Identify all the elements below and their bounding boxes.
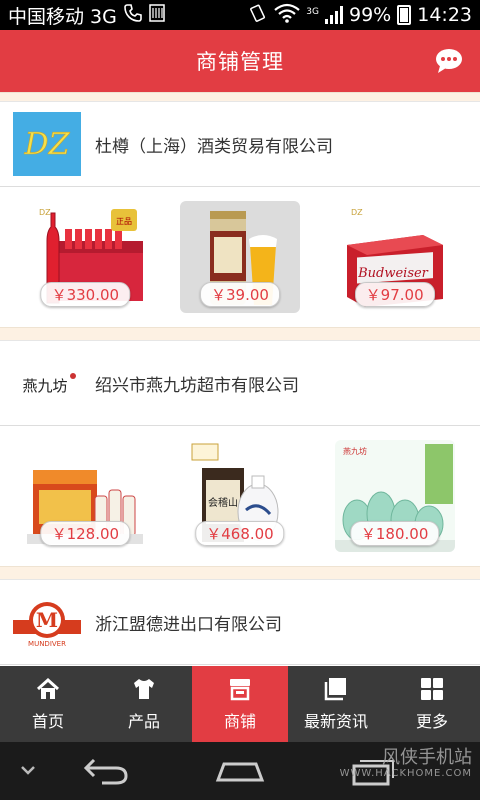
product-price: ￥468.00 xyxy=(195,521,285,546)
store-row[interactable]: M MUNDIVER 浙江盟德进出口有限公司 xyxy=(0,580,480,665)
store-logo: 燕九坊 xyxy=(13,351,81,415)
clock: 14:23 xyxy=(417,4,472,26)
svg-text:DZ: DZ xyxy=(39,208,51,217)
tab-more[interactable]: 更多 xyxy=(384,666,480,742)
product-card[interactable]: 会稽山 ￥468.00 xyxy=(179,440,300,552)
grid-icon xyxy=(421,678,443,700)
store-logo: DZ xyxy=(13,112,81,176)
back-icon xyxy=(83,758,128,785)
store-row[interactable]: 燕九坊 绍兴市燕九坊超市有限公司 xyxy=(0,341,480,426)
product-card[interactable]: ￥128.00 xyxy=(25,440,146,552)
svg-text:DZ: DZ xyxy=(351,208,363,217)
page-title: 商铺管理 xyxy=(196,50,284,74)
home-nav-button[interactable] xyxy=(214,758,266,788)
tab-label: 最新资讯 xyxy=(303,712,368,731)
collapse-button[interactable] xyxy=(18,760,38,784)
tab-label: 首页 xyxy=(31,712,64,731)
network-type: 3G xyxy=(306,7,319,17)
chat-icon xyxy=(436,49,462,73)
chevron-down-icon xyxy=(21,766,35,775)
phone-icon xyxy=(123,3,143,27)
store-logo-text: 燕九坊 xyxy=(22,377,67,395)
watermark-title: 风侠手机站 xyxy=(382,747,472,768)
bottom-tab-bar: 首页 产品 商铺 最新资讯 更多 xyxy=(0,666,480,742)
store-name: 绍兴市燕九坊超市有限公司 xyxy=(95,375,299,396)
product-price: ￥97.00 xyxy=(354,282,435,307)
store-name: 浙江盟德进出口有限公司 xyxy=(95,614,282,635)
system-nav-bar: 风侠手机站 WWW.HACKHOME.COM xyxy=(0,742,480,800)
svg-text:Budweiser: Budweiser xyxy=(357,266,429,281)
tab-label: 产品 xyxy=(127,712,160,731)
store-row[interactable]: DZ 杜樽（上海）酒类贸易有限公司 xyxy=(0,102,480,187)
tab-shops[interactable]: 商铺 xyxy=(192,666,288,742)
store-list[interactable]: DZ 杜樽（上海）酒类贸易有限公司 正品 DZ ￥330.00 ￥39.00 B… xyxy=(0,92,480,666)
product-price: ￥39.00 xyxy=(200,282,280,307)
product-row: ￥128.00 会稽山 ￥468.00 燕九坊 ￥180.00 xyxy=(0,426,480,566)
store-name: 杜樽（上海）酒类贸易有限公司 xyxy=(95,136,333,157)
store-logo-text: M xyxy=(36,608,58,632)
watermark: 风侠手机站 WWW.HACKHOME.COM xyxy=(340,748,472,779)
product-price: ￥180.00 xyxy=(349,521,440,546)
section-divider xyxy=(0,327,480,341)
battery-icon xyxy=(397,5,412,25)
sim-icon xyxy=(149,3,165,27)
product-row: 正品 DZ ￥330.00 ￥39.00 Budweiser DZ ￥97.00 xyxy=(0,187,480,327)
svg-text:正品: 正品 xyxy=(116,217,132,226)
store-logo: M MUNDIVER xyxy=(13,590,81,654)
tab-label: 更多 xyxy=(415,712,448,731)
product-card[interactable]: 正品 DZ ￥330.00 xyxy=(25,201,146,313)
vibrate-icon xyxy=(248,3,268,27)
chat-button[interactable] xyxy=(434,47,464,75)
product-card[interactable]: ￥39.00 xyxy=(179,201,300,313)
tab-products[interactable]: 产品 xyxy=(96,666,192,742)
product-card[interactable]: 燕九坊 ￥180.00 xyxy=(334,440,455,552)
store-logo-caption: MUNDIVER xyxy=(28,640,66,648)
app-header: 商铺管理 xyxy=(0,30,480,92)
store-logo-text: DZ xyxy=(24,127,71,162)
shirt-icon xyxy=(134,679,154,699)
product-card[interactable]: Budweiser DZ ￥97.00 xyxy=(334,201,455,313)
tab-label: 商铺 xyxy=(223,712,256,731)
svg-text:会稽山: 会稽山 xyxy=(208,496,238,509)
section-divider xyxy=(0,92,480,102)
carrier-label: 中国移动 3G xyxy=(8,5,117,28)
svg-text:燕九坊: 燕九坊 xyxy=(343,446,367,456)
wifi-icon xyxy=(274,3,301,27)
signal-icon xyxy=(325,6,343,24)
section-divider xyxy=(0,566,480,580)
news-icon xyxy=(324,678,346,701)
battery-percent: 99% xyxy=(349,4,392,26)
tab-home[interactable]: 首页 xyxy=(0,666,96,742)
shop-icon xyxy=(230,679,250,701)
status-bar: 中国移动 3G 3G 99% 14:23 xyxy=(0,0,480,30)
watermark-url: WWW.HACKHOME.COM xyxy=(339,767,472,779)
back-button[interactable] xyxy=(82,756,130,790)
product-price: ￥330.00 xyxy=(40,282,131,307)
tab-news[interactable]: 最新资讯 xyxy=(288,666,384,742)
home-icon xyxy=(36,677,60,699)
home-nav-icon xyxy=(215,762,265,782)
product-price: ￥128.00 xyxy=(40,521,131,546)
